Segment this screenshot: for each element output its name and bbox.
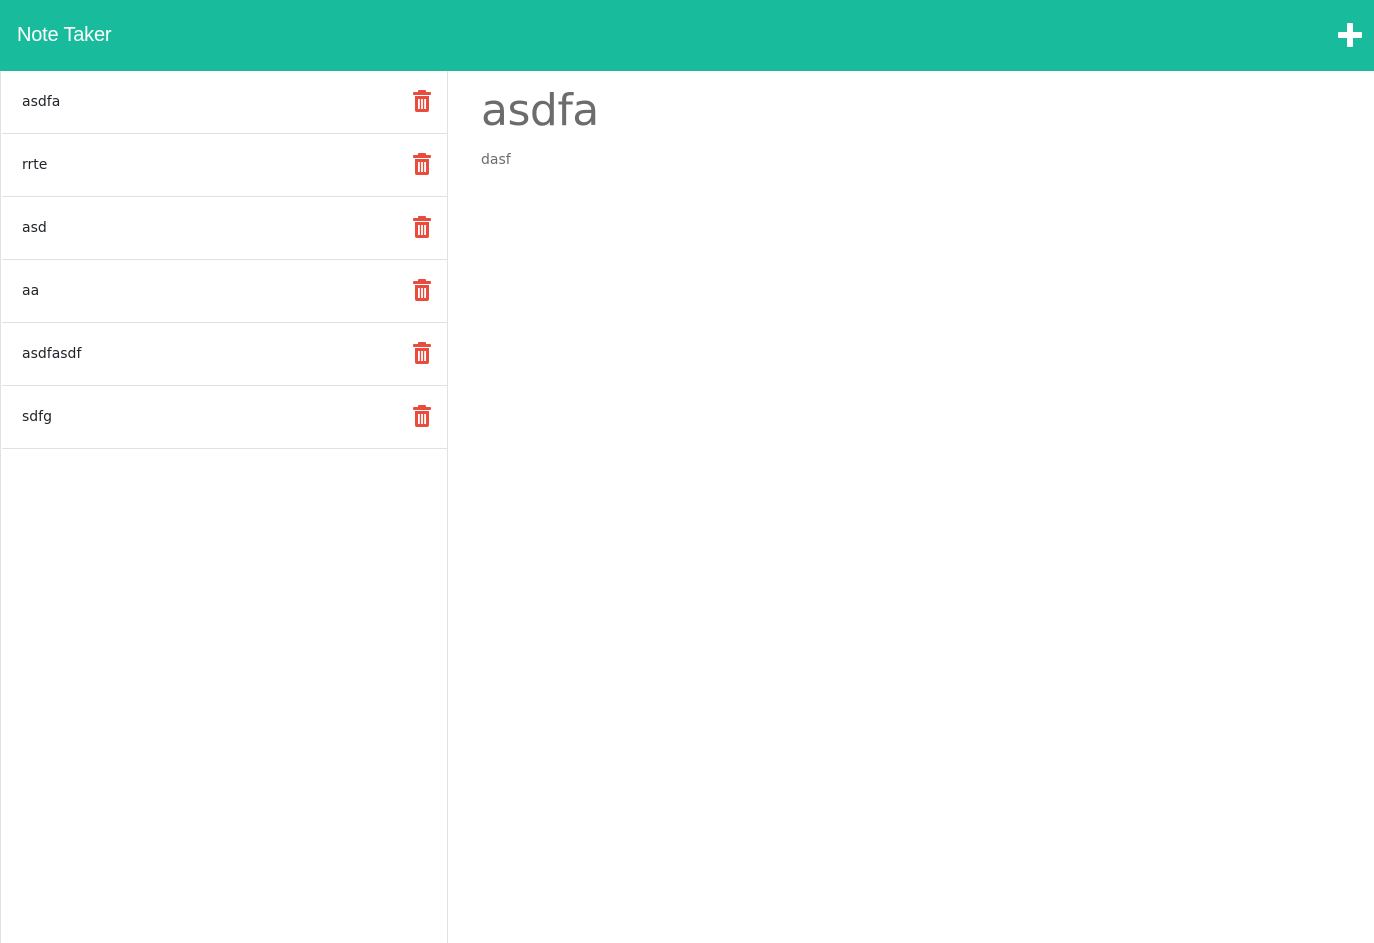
trash-icon[interactable] [412, 279, 432, 301]
list-item[interactable]: sdfg [2, 386, 448, 449]
note-list-title: asdfasdf [22, 346, 82, 362]
app-title[interactable]: Note Taker [17, 22, 112, 48]
note-text-field[interactable]: dasf [481, 151, 511, 169]
note-list: asdfa rrte asd aa asdfasdf sdfg [2, 71, 448, 449]
list-item[interactable]: asdfa [2, 71, 448, 134]
plus-icon[interactable] [1336, 21, 1364, 49]
note-editor: asdfa dasf [449, 71, 1374, 943]
note-list-title: sdfg [22, 409, 52, 425]
list-item[interactable]: asdfasdf [2, 323, 448, 386]
trash-icon[interactable] [412, 342, 432, 364]
list-item[interactable]: rrte [2, 134, 448, 197]
note-title-field[interactable]: asdfa [481, 83, 599, 139]
list-item[interactable]: asd [2, 197, 448, 260]
list-item[interactable]: aa [2, 260, 448, 323]
navbar: Note Taker [0, 0, 1374, 71]
note-list-title: aa [22, 283, 40, 299]
trash-icon[interactable] [412, 90, 432, 112]
trash-icon[interactable] [412, 405, 432, 427]
note-list-title: rrte [22, 157, 48, 173]
note-list-panel: asdfa rrte asd aa asdfasdf sdfg [0, 71, 448, 943]
trash-icon[interactable] [412, 153, 432, 175]
note-list-title: asdfa [22, 94, 61, 110]
trash-icon[interactable] [412, 216, 432, 238]
note-list-title: asd [22, 220, 47, 236]
